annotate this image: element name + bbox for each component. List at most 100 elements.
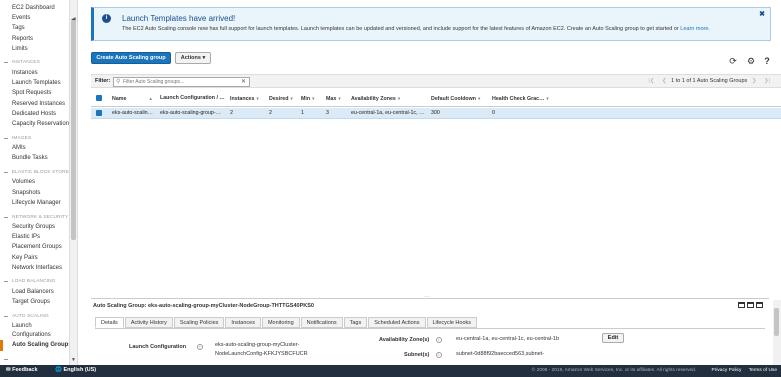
collapse-icon	[4, 359, 8, 360]
layout-full-icon[interactable]	[756, 302, 763, 308]
column-launch-configuration[interactable]: Launch Configuration / …	[160, 90, 225, 107]
filter-input[interactable]	[123, 78, 241, 86]
column-max[interactable]: Max ▾	[326, 90, 341, 107]
sidebar-item-network-interfaces[interactable]: Network Interfaces	[0, 263, 69, 273]
sidebar-item-launch-configurations[interactable]: Launch Configurations	[0, 321, 60, 340]
cell-availability-zones: eu-central-1a, eu-central-1c, …	[351, 110, 425, 116]
sidebar-item-tags[interactable]: Tags	[0, 23, 69, 33]
terms-of-use-link[interactable]: Terms of Use	[749, 368, 777, 373]
sidebar-item-target-groups[interactable]: Target Groups	[0, 297, 69, 307]
next-page-icon[interactable]: ❯	[752, 78, 757, 84]
sidebar-item-volumes[interactable]: Volumes	[0, 177, 69, 187]
tab-tags[interactable]: Tags	[343, 317, 368, 328]
sidebar-scrollbar[interactable]: ◀ ▼	[70, 0, 78, 365]
cell-instances: 2	[230, 110, 233, 116]
help-icon[interactable]: i	[436, 352, 442, 358]
learn-more-link[interactable]: Learn more.	[680, 26, 710, 32]
sidebar-section-ebs[interactable]: ELASTIC BLOCK STORE	[0, 167, 69, 177]
edit-button[interactable]: Edit	[602, 333, 624, 343]
sidebar-item-elastic-ips[interactable]: Elastic IPs	[0, 232, 69, 242]
collapse-icon	[4, 315, 8, 317]
sidebar-item-instances[interactable]: Instances	[0, 68, 69, 78]
sort-icon: ▾	[338, 96, 341, 101]
sidebar-item-ec2-dashboard[interactable]: EC2 Dashboard	[0, 3, 69, 13]
layout-bottom-icon[interactable]	[738, 302, 745, 308]
tab-instances[interactable]: Instances	[225, 317, 261, 328]
sidebar-section-more[interactable]	[0, 355, 69, 365]
first-page-icon[interactable]: |❮	[648, 78, 654, 84]
filter-label: Filter:	[95, 78, 111, 84]
actions-button[interactable]: Actions ▾	[175, 52, 211, 64]
scrollbar-thumb[interactable]	[71, 20, 76, 240]
sidebar-item-security-groups[interactable]: Security Groups	[0, 222, 69, 232]
sidebar-item-key-pairs[interactable]: Key Pairs	[0, 253, 69, 263]
column-instances[interactable]: Instances ▾	[230, 90, 259, 107]
sidebar-item-launch-templates[interactable]: Launch Templates	[0, 78, 69, 88]
prev-page-icon[interactable]: ❮	[662, 78, 667, 84]
column-availability-zones[interactable]: Availability Zones ▾	[351, 90, 400, 107]
tab-lifecycle-hooks[interactable]: Lifecycle Hooks	[426, 317, 478, 328]
sidebar-section-load-balancing[interactable]: LOAD BALANCING	[0, 277, 69, 287]
sidebar-item-amis[interactable]: AMIs	[0, 143, 69, 153]
sidebar-section-network-security[interactable]: NETWORK & SECURITY	[0, 212, 69, 222]
sidebar-item-capacity-reservations[interactable]: Capacity Reservations	[0, 119, 69, 129]
sidebar-item-dedicated-hosts[interactable]: Dedicated Hosts	[0, 109, 69, 119]
column-name[interactable]: Name ▲	[112, 90, 153, 107]
tab-activity-history[interactable]: Activity History	[124, 317, 173, 328]
sidebar-item-snapshots[interactable]: Snapshots	[0, 188, 69, 198]
sort-icon: ▾	[397, 96, 401, 101]
sort-icon: ▾	[478, 96, 481, 101]
sidebar-section-images[interactable]: IMAGES	[0, 133, 69, 143]
sidebar-item-reports[interactable]: Reports	[0, 34, 69, 44]
sort-icon: ▾	[312, 96, 315, 101]
create-auto-scaling-group-button[interactable]: Create Auto Scaling group	[91, 52, 171, 64]
tab-monitoring[interactable]: Monitoring	[261, 317, 300, 328]
footer-left: ✉ Feedback 🌐 English (US)	[6, 367, 112, 373]
sidebar-item-bundle-tasks[interactable]: Bundle Tasks	[0, 153, 69, 163]
sidebar-section-instances[interactable]: INSTANCES	[0, 58, 69, 68]
sidebar-item-limits[interactable]: Limits	[0, 44, 69, 54]
sidebar-item-load-balancers[interactable]: Load Balancers	[0, 287, 69, 297]
sidebar-section-auto-scaling[interactable]: AUTO SCALING	[0, 311, 69, 321]
gear-icon[interactable]: ⚙	[746, 56, 756, 66]
column-default-cooldown[interactable]: Default Cooldown ▾	[431, 90, 480, 107]
detail-scrollbar[interactable]	[773, 300, 781, 365]
language-selector[interactable]: 🌐 English (US)	[55, 367, 104, 373]
table-row[interactable]: eks-auto-scalin… eks-auto-scaling-group-…	[91, 108, 781, 119]
sort-icon: ▾	[290, 96, 293, 101]
select-all-checkbox[interactable]	[96, 95, 102, 101]
column-desired[interactable]: Desired ▾	[269, 90, 293, 107]
sidebar-item-lifecycle-manager[interactable]: Lifecycle Manager	[0, 198, 69, 208]
feedback-link[interactable]: ✉ Feedback	[6, 367, 46, 373]
sidebar-item-spot-requests[interactable]: Spot Requests	[0, 88, 69, 98]
footer-right: © 2008 - 2019, Amazon Web Services, Inc.…	[532, 368, 777, 373]
column-min[interactable]: Min ▾	[301, 90, 314, 107]
help-icon[interactable]: ?	[762, 56, 772, 66]
pane-layout-controls	[736, 302, 763, 310]
tab-scheduled-actions[interactable]: Scheduled Actions	[368, 317, 426, 328]
privacy-policy-link[interactable]: Privacy Policy	[712, 368, 742, 373]
sidebar-item-events[interactable]: Events	[0, 13, 69, 23]
tab-details[interactable]: Details	[95, 317, 124, 328]
close-icon[interactable]: ✖	[759, 10, 765, 18]
chevron-down-icon: ▾	[202, 55, 206, 61]
sidebar-item-auto-scaling-groups[interactable]: Auto Scaling Groups	[0, 340, 69, 351]
layout-split-icon[interactable]	[747, 302, 754, 308]
filter-search-box[interactable]: ⚲ ✕	[113, 77, 250, 87]
scrollbar-thumb[interactable]	[774, 308, 779, 336]
search-icon: ⚲	[116, 79, 121, 85]
tab-scaling-policies[interactable]: Scaling Policies	[173, 317, 225, 328]
sidebar-item-placement-groups[interactable]: Placement Groups	[0, 242, 69, 252]
help-icon[interactable]: i	[197, 344, 203, 350]
sidebar-item-reserved-instances[interactable]: Reserved Instances	[0, 99, 69, 109]
refresh-icon[interactable]: ⟳	[728, 56, 738, 66]
tab-notifications[interactable]: Notifications	[300, 317, 343, 328]
column-health-check-grace[interactable]: Health Check Grac… ▾	[492, 90, 549, 107]
grid-header: Name ▲ Launch Configuration / … Instances…	[91, 90, 781, 107]
scroll-down-icon[interactable]: ▼	[71, 357, 76, 363]
last-page-icon[interactable]: ❯|	[764, 78, 770, 84]
row-checkbox[interactable]	[96, 110, 102, 116]
collapse-icon	[4, 216, 8, 218]
help-icon[interactable]: i	[436, 337, 442, 343]
clear-icon[interactable]: ✕	[241, 78, 246, 87]
